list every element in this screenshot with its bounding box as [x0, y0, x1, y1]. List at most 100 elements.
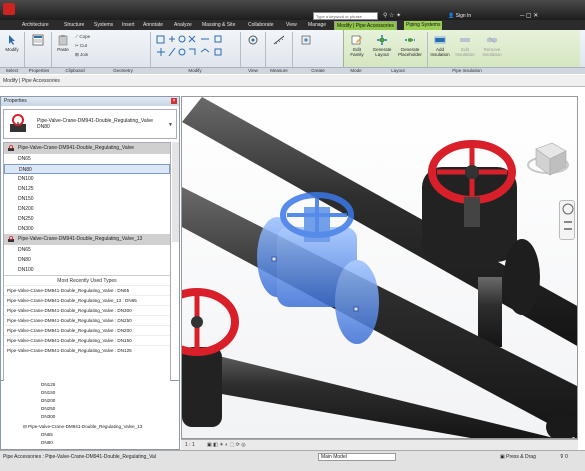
create-button[interactable] — [295, 34, 317, 47]
tab-systems[interactable]: Systems — [92, 21, 115, 30]
generate-placeholder-button[interactable]: Generate Placeholder — [396, 34, 424, 57]
selection-filter[interactable]: ⊽ 0 — [560, 454, 568, 460]
tab-massing-site[interactable]: Massing & Site — [200, 21, 237, 30]
add-insulation-label-2: Insulation — [430, 52, 450, 57]
infocenter-icons[interactable]: ⚲ ☆ ✦ — [383, 12, 401, 19]
navigation-bar[interactable] — [559, 200, 575, 240]
mru-item[interactable]: Pipe-Valve-Crane-DM941-Double_Regulating… — [4, 295, 170, 305]
panel-label-layout: Layout — [391, 68, 405, 73]
remove-insulation-label-2: Insulation — [482, 52, 502, 57]
viewcube[interactable] — [527, 142, 569, 176]
tab-manage[interactable]: Manage — [306, 21, 328, 30]
press-drag-toggle[interactable]: ▣ Press & Drag — [500, 454, 536, 460]
tab-annotate[interactable]: Annotate — [141, 21, 165, 30]
chevron-down-icon[interactable]: ▼ — [168, 122, 173, 128]
browser-family[interactable]: ⊟ Pipe-Valve-Crane-DM941-Double_Regulati… — [23, 424, 142, 430]
view-tools[interactable] — [243, 34, 263, 47]
type-option[interactable]: DN100 — [4, 174, 170, 184]
tab-view[interactable]: View — [284, 21, 299, 30]
tab-structure[interactable]: Structure — [62, 21, 86, 30]
mru-item[interactable]: Pipe-Valve-Crane-DM941-Double_Regulating… — [4, 325, 170, 335]
mru-item[interactable]: Pipe-Valve-Crane-DM941-Double_Regulating… — [4, 335, 170, 345]
type-option[interactable]: DN300 — [4, 224, 170, 234]
join-button[interactable]: ⊞ Join — [75, 52, 88, 58]
panel-label-clipboard: Clipboard — [65, 68, 85, 73]
mru-item[interactable]: Pipe-Valve-Crane-DM941-Double_Regulating… — [4, 345, 170, 355]
remove-insulation-icon — [487, 36, 497, 44]
options-bar-label: Modify | Pipe Accessories — [3, 78, 60, 84]
panel-label-pipe-insulation: Pipe Insulation — [452, 68, 482, 73]
close-icon[interactable]: × — [171, 98, 177, 104]
cut-button[interactable]: ✂ Cut — [75, 43, 87, 49]
type-option[interactable]: DN200 — [4, 204, 170, 214]
type-option[interactable]: DN125 — [4, 184, 170, 194]
pipe-vertical[interactable] — [478, 277, 502, 347]
modify-button[interactable]: Modify — [2, 34, 22, 52]
valve-icon — [8, 145, 14, 151]
cursor-arrow-icon — [9, 35, 15, 45]
browser-item[interactable]: DN65 — [41, 432, 53, 437]
view-control-icons[interactable]: ▣ ◧ ☀ ◐ ⬚ ⟳ ◎ — [207, 442, 246, 448]
generate-placeholder-label-2: Placeholder — [398, 52, 422, 57]
type-option[interactable]: DN65 — [4, 154, 170, 164]
tab-piping-systems[interactable]: Piping Systems — [404, 21, 443, 30]
view-icon — [248, 35, 258, 45]
paste-icon — [58, 35, 68, 46]
browser-item[interactable]: DN300 — [41, 414, 55, 419]
type-dropdown-list: Pipe-Valve-Crane-DM941-Double_Regulating… — [3, 142, 171, 382]
tab-collaborate[interactable]: Collaborate — [246, 21, 276, 30]
active-workset-select[interactable]: Main Model — [318, 453, 396, 461]
mru-item[interactable]: Pipe-Valve-Crane-DM941-Double_Regulating… — [4, 305, 170, 315]
tab-insert[interactable]: Insert — [120, 21, 137, 30]
mru-item[interactable]: Pipe-Valve-Crane-DM941-Double_Regulating… — [4, 315, 170, 325]
valve-family-icon — [10, 114, 26, 132]
modify-label: Modify — [5, 47, 19, 52]
status-bar: Pipe Accessories : Pipe-Valve-Crane-DM94… — [0, 450, 585, 471]
paste-button[interactable]: Paste — [55, 34, 71, 52]
panel-label-properties: Properties — [28, 68, 50, 73]
view-scale[interactable]: 1 : 1 — [185, 442, 195, 448]
type-selector[interactable]: Pipe-Valve-Crane-DM941-Double_Regulating… — [3, 109, 177, 139]
browser-item[interactable]: DN80 — [41, 440, 53, 445]
type-option[interactable]: DN150 — [4, 194, 170, 204]
type-option[interactable]: DN250 — [4, 214, 170, 224]
type-option[interactable]: DN100 — [4, 265, 170, 275]
type-option[interactable]: DN80 — [4, 255, 170, 265]
properties-button[interactable] — [27, 34, 49, 47]
type-option-selected[interactable]: DN80 — [4, 164, 170, 174]
revit-window: Type a keyword or phrase ⚲ ☆ ✦ 👤 Sign In… — [0, 0, 585, 471]
remove-insulation-button[interactable]: Remove Insulation — [479, 34, 505, 57]
panel-label-mode: Mode — [350, 68, 362, 73]
title-bar: Type a keyword or phrase ⚲ ☆ ✦ 👤 Sign In… — [0, 0, 585, 20]
edit-family-button[interactable]: Edit Family — [346, 34, 368, 57]
panel-label-measure: Measure — [270, 68, 288, 73]
sign-in-button[interactable]: 👤 Sign In — [448, 13, 471, 19]
measure-button[interactable] — [268, 34, 290, 47]
edit-insulation-label-2: Insulation — [455, 52, 475, 57]
selection-count: 0 — [565, 454, 568, 460]
type-selector-name: Pipe-Valve-Crane-DM941-Double_Regulating… — [37, 118, 153, 130]
project-browser: DN125 DN150 DN200 DN250 DN300 ⊟ Pipe-Val… — [0, 381, 180, 450]
browser-item[interactable]: DN150 — [41, 390, 55, 395]
generate-layout-button[interactable]: Generate Layout — [370, 34, 394, 57]
list-scrollbar[interactable] — [172, 142, 179, 242]
browser-item[interactable]: DN200 — [41, 398, 55, 403]
application-menu-button[interactable] — [3, 3, 15, 15]
panel-label-view: View — [248, 68, 258, 73]
tab-analyze[interactable]: Analyze — [172, 21, 194, 30]
panel-label-select[interactable]: Select — [2, 67, 22, 74]
browser-item[interactable]: DN125 — [41, 382, 55, 387]
add-insulation-button[interactable]: Add Insulation — [429, 34, 451, 57]
generate-layout-label-2: Layout — [375, 52, 389, 57]
edit-insulation-button[interactable]: Edit Insulation — [453, 34, 477, 57]
search-input[interactable]: Type a keyword or phrase — [313, 12, 378, 20]
cope-button[interactable]: ⟋ Cope — [75, 34, 90, 40]
window-controls[interactable]: ─ ▢ ✕ — [520, 12, 538, 19]
browser-item[interactable]: DN250 — [41, 406, 55, 411]
tab-architecture[interactable]: Architecture — [20, 21, 51, 30]
properties-icon — [32, 34, 44, 46]
mru-item[interactable]: Pipe-Valve-Crane-DM941-Double_Regulating… — [4, 285, 170, 295]
tab-modify-pipe-accessories[interactable]: Modify | Pipe Accessories — [334, 21, 397, 30]
type-option[interactable]: DN65 — [4, 245, 170, 255]
3d-view-canvas[interactable] — [181, 96, 578, 439]
